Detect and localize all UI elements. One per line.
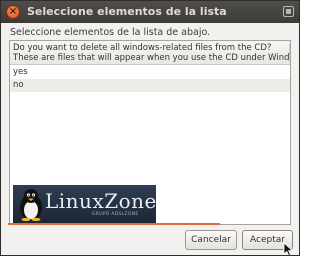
- title-bar[interactable]: × Seleccione elementos de la lista: [1, 1, 299, 23]
- watermark-tagline: GRUPO ADSLZONE: [92, 212, 139, 217]
- selection-list[interactable]: Do you want to delete all windows-relate…: [9, 40, 291, 225]
- header-question: Do you want to delete all windows-relate…: [13, 43, 272, 53]
- linuxzone-watermark-logo: LinuxZone GRUPO ADSLZONE: [13, 185, 156, 223]
- watermark-brand: LinuxZone: [45, 189, 156, 213]
- list-item-yes[interactable]: yes: [10, 66, 290, 79]
- close-icon: ×: [8, 6, 18, 17]
- dialog-subtitle: Seleccione elementos de la lista de abaj…: [10, 27, 211, 38]
- dialog-window: × Seleccione elementos de la lista Selec…: [0, 0, 300, 256]
- window-title: Seleccione elementos de la lista: [27, 5, 227, 18]
- mouse-pointer-icon: [283, 242, 294, 255]
- cancel-button[interactable]: Cancelar: [185, 230, 237, 250]
- list-item-no[interactable]: no: [10, 79, 290, 92]
- close-button[interactable]: ×: [6, 5, 20, 19]
- maximize-icon[interactable]: [283, 6, 294, 17]
- list-column-header[interactable]: Do you want to delete all windows-relate…: [10, 41, 291, 65]
- header-explanation: These are files that will appear when yo…: [13, 53, 291, 63]
- accent-underline: [8, 223, 220, 225]
- column-divider: [289, 44, 290, 62]
- tux-penguin-icon: [20, 189, 42, 221]
